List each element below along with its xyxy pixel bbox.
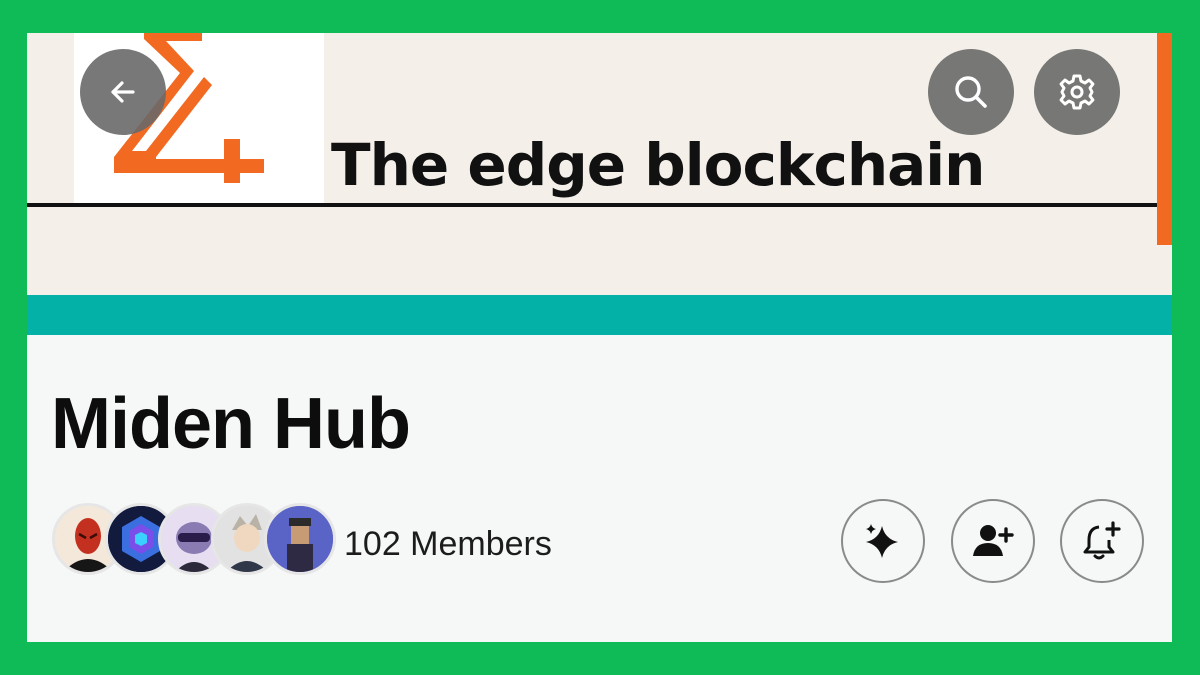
banner-accent-strip (1157, 33, 1172, 245)
ai-summary-button[interactable] (841, 499, 925, 583)
back-button[interactable] (80, 49, 166, 135)
group-title: Miden Hub (51, 384, 411, 464)
banner-divider (27, 203, 1172, 207)
banner-title: The edge blockchain (331, 131, 985, 199)
member-avatars[interactable] (52, 503, 336, 579)
sparkle-icon (866, 524, 898, 558)
description-text-cut-off (87, 623, 103, 642)
gear-icon (1059, 74, 1095, 110)
arrow-left-icon (111, 81, 135, 103)
add-person-icon (973, 525, 1014, 556)
add-member-button[interactable] (951, 499, 1035, 583)
banner-bottom-band (27, 295, 1172, 335)
avatar (264, 503, 336, 575)
member-count[interactable]: 102 Members (344, 525, 552, 564)
notification-button[interactable] (1060, 499, 1144, 583)
bell-plus-icon (1083, 521, 1121, 560)
search-icon (955, 76, 987, 108)
app-screen: The edge blockchain Miden Hub 102 Member… (27, 33, 1172, 642)
settings-button[interactable] (1034, 49, 1120, 135)
search-button[interactable] (928, 49, 1014, 135)
